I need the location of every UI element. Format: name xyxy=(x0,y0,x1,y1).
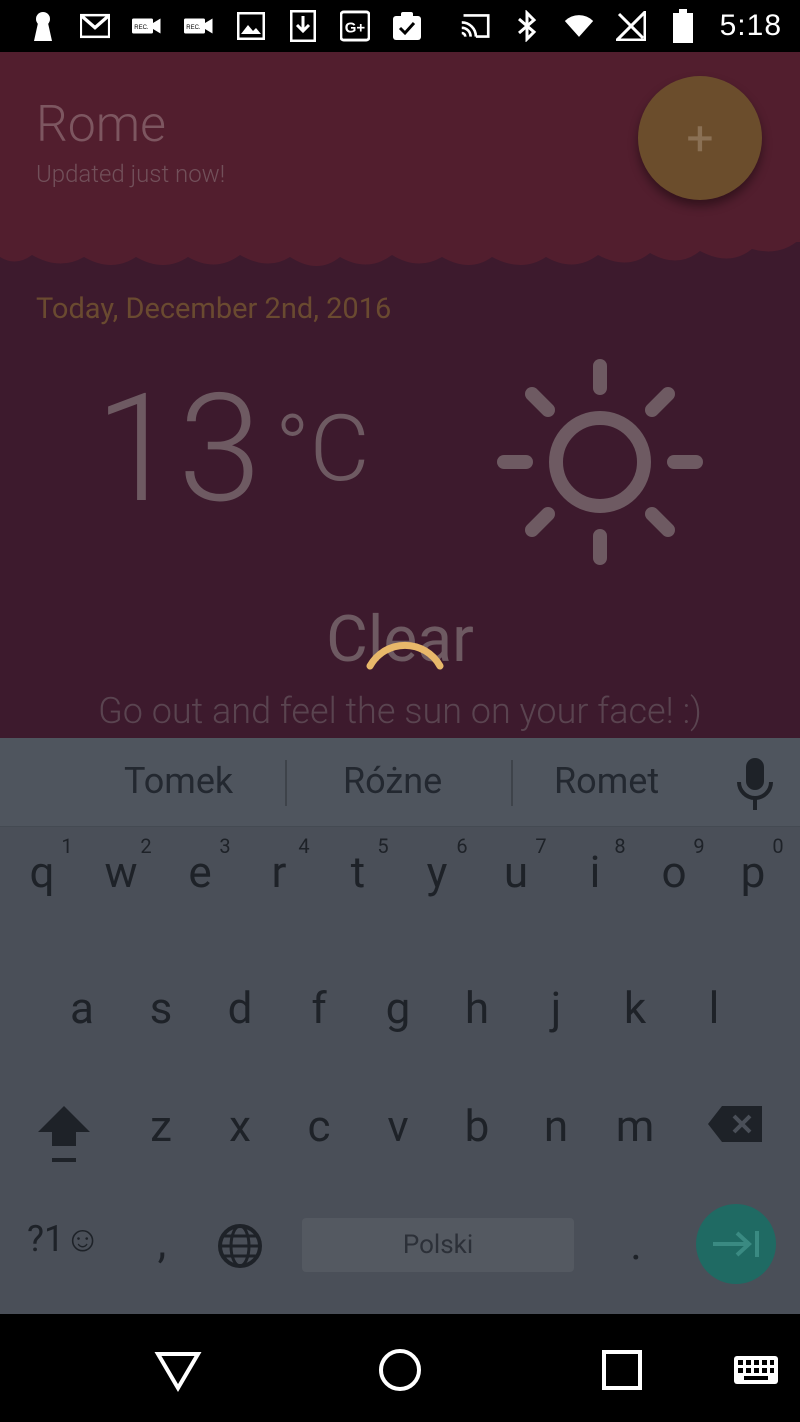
soft-keyboard: Tomek Różne Romet q1w2e3r4t5y6u7i8o9p0 a… xyxy=(0,738,800,1314)
suggestion-1[interactable]: Tomek xyxy=(124,760,233,802)
key-f[interactable]: f xyxy=(289,982,349,1034)
space-bar[interactable]: Polski xyxy=(302,1218,574,1272)
date-text: Today, December 2nd, 2016 xyxy=(36,292,392,326)
tab-arrow-icon xyxy=(713,1231,759,1257)
plus-icon: + xyxy=(686,109,714,167)
suggestion-3[interactable]: Romet xyxy=(554,760,659,802)
key-c[interactable]: c xyxy=(289,1100,349,1152)
recents-icon[interactable] xyxy=(598,1346,646,1394)
suggestion-divider xyxy=(511,760,513,806)
updated-text: Updated just now! xyxy=(36,160,226,188)
svg-text:REC.: REC. xyxy=(134,25,149,31)
gmail-icon xyxy=(80,11,110,41)
key-m[interactable]: m xyxy=(605,1100,665,1152)
suggestion-strip: Tomek Różne Romet xyxy=(0,738,800,827)
wifi-icon xyxy=(564,11,594,41)
keyhole-icon xyxy=(28,11,58,41)
comma-key[interactable]: , xyxy=(132,1216,192,1268)
enter-button[interactable] xyxy=(696,1204,776,1284)
key-hint: 8 xyxy=(614,834,626,858)
key-s[interactable]: s xyxy=(131,982,191,1034)
weather-tip: Go out and feel the sun on your face! :) xyxy=(98,690,702,732)
symbols-key[interactable]: ?1☺ xyxy=(22,1218,106,1260)
key-k[interactable]: k xyxy=(605,982,665,1034)
globe-icon[interactable] xyxy=(216,1222,264,1270)
key-hint: 6 xyxy=(456,834,468,858)
key-b[interactable]: b xyxy=(447,1100,507,1152)
shift-icon[interactable] xyxy=(36,1104,92,1164)
key-hint: 5 xyxy=(377,834,389,858)
key-d[interactable]: d xyxy=(210,982,270,1034)
key-hint: 2 xyxy=(140,834,152,858)
google-plus-icon: G+ xyxy=(340,10,370,42)
rec-icon: REC. xyxy=(132,11,162,41)
microphone-icon[interactable] xyxy=(734,756,776,812)
key-x[interactable]: x xyxy=(210,1100,270,1152)
temperature-value: 13 xyxy=(95,361,262,537)
key-h[interactable]: h xyxy=(447,982,507,1034)
key-n[interactable]: n xyxy=(526,1100,586,1152)
svg-text:G+: G+ xyxy=(345,20,366,37)
bluetooth-icon xyxy=(512,10,542,42)
cast-icon xyxy=(460,11,490,41)
home-icon[interactable] xyxy=(376,1346,424,1394)
key-z[interactable]: z xyxy=(131,1100,191,1152)
temperature-unit: °C xyxy=(275,396,370,503)
clipboard-check-icon xyxy=(392,11,422,41)
back-icon[interactable] xyxy=(154,1346,202,1394)
image-icon xyxy=(236,11,266,41)
weather-app: Rome Updated just now! + Today, December… xyxy=(0,52,800,738)
status-time: 5:18 xyxy=(719,9,782,42)
rec-icon: REC. xyxy=(184,11,214,41)
key-hint: 1 xyxy=(61,834,73,858)
key-hint: 9 xyxy=(693,834,705,858)
key-l[interactable]: l xyxy=(684,982,744,1034)
period-key[interactable]: . xyxy=(606,1218,666,1270)
key-g[interactable]: g xyxy=(368,982,428,1034)
city-name: Rome xyxy=(36,96,166,154)
add-city-button[interactable]: + xyxy=(638,76,762,200)
status-bar: REC. REC. G+ 5:18 xyxy=(0,0,800,52)
navigation-bar xyxy=(0,1314,800,1422)
key-hint: 3 xyxy=(219,834,231,858)
suggestion-divider xyxy=(285,760,287,806)
key-v[interactable]: v xyxy=(368,1100,428,1152)
key-a[interactable]: a xyxy=(52,982,112,1034)
signal-icon xyxy=(615,11,646,41)
key-j[interactable]: j xyxy=(526,982,586,1034)
backspace-icon[interactable] xyxy=(708,1104,764,1144)
battery-icon xyxy=(668,9,698,43)
sun-icon xyxy=(497,359,703,565)
download-icon xyxy=(288,10,318,42)
header-scallop-edge xyxy=(0,227,800,266)
loading-spinner xyxy=(366,641,444,670)
key-hint: 7 xyxy=(535,834,547,858)
keyboard-switch-icon[interactable] xyxy=(732,1346,780,1394)
svg-text:REC.: REC. xyxy=(186,25,201,31)
suggestion-2[interactable]: Różne xyxy=(343,760,442,802)
key-hint: 0 xyxy=(772,834,784,858)
key-hint: 4 xyxy=(298,834,310,858)
